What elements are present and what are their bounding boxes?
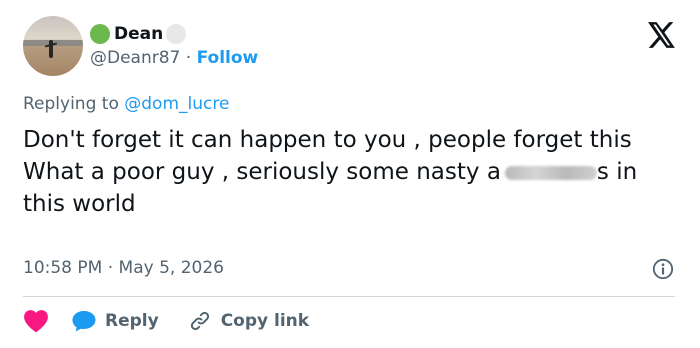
tweet-text-line-1: Don't forget it can happen to you , peop… bbox=[23, 127, 632, 153]
reply-bubble-icon bbox=[72, 311, 96, 332]
separator-dot: · bbox=[185, 48, 192, 68]
tweet-text-line-2-start: What a poor guy , seriously some nasty a bbox=[23, 159, 501, 185]
tweet-text-line-2: What a poor guy , seriously some nasty a… bbox=[23, 156, 673, 220]
white-circle-emoji-icon bbox=[166, 24, 187, 44]
heart-icon[interactable] bbox=[23, 309, 49, 333]
divider bbox=[23, 296, 675, 297]
author-name[interactable]: Dean bbox=[114, 24, 163, 44]
tweet-text: Don't forget it can happen to you , peop… bbox=[23, 124, 673, 220]
copy-link-label: Copy link bbox=[220, 311, 310, 331]
follow-button[interactable]: Follow bbox=[197, 48, 259, 68]
green-circle-emoji-icon bbox=[90, 24, 110, 44]
tweet-timestamp[interactable]: 10:58 PM · May 5, 2026 bbox=[23, 258, 224, 278]
reply-button[interactable]: Reply bbox=[71, 309, 159, 333]
author-name-row: Dean bbox=[90, 22, 187, 46]
author-handle[interactable]: @Deanr87 bbox=[90, 48, 180, 68]
replying-to-mention[interactable]: @dom_lucre bbox=[124, 94, 229, 114]
x-logo-icon[interactable] bbox=[648, 22, 676, 48]
copy-link-button[interactable]: Copy link bbox=[187, 309, 309, 333]
info-icon[interactable] bbox=[652, 258, 674, 280]
replying-to: Replying to @dom_lucre bbox=[23, 94, 229, 114]
avatar[interactable] bbox=[23, 16, 83, 76]
action-bar: Reply Copy link bbox=[23, 308, 337, 334]
censored-word-blur bbox=[504, 165, 597, 180]
link-icon bbox=[190, 311, 209, 331]
reply-label: Reply bbox=[105, 311, 159, 331]
author-handle-row: @Deanr87 · Follow bbox=[90, 48, 258, 68]
replying-to-prefix: Replying to bbox=[23, 94, 119, 114]
